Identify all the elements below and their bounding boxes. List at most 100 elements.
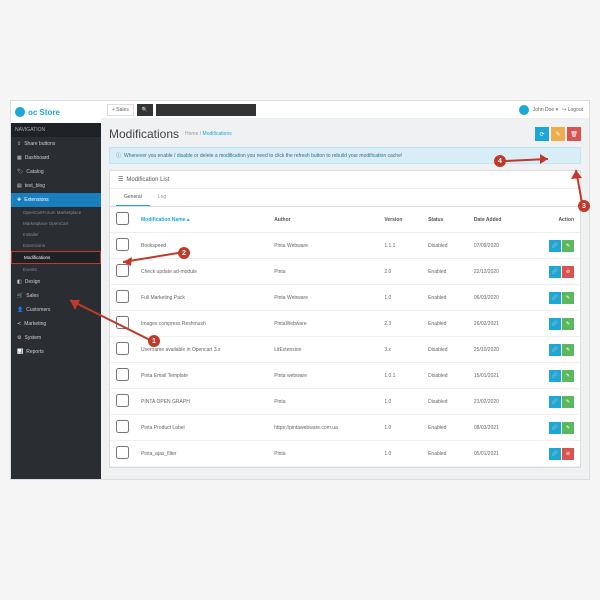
- col-date[interactable]: Date Added: [468, 207, 526, 233]
- link-button[interactable]: 🔗: [549, 422, 561, 434]
- dashboard-icon: ▦: [17, 155, 22, 161]
- nav-sub-marketplace[interactable]: OpenCartForum Marketplace: [11, 207, 101, 218]
- blog-icon: ▤: [17, 183, 22, 189]
- arrow-2: [118, 250, 183, 270]
- col-action: Action: [526, 207, 580, 233]
- link-button[interactable]: 🔗: [549, 396, 561, 408]
- cell-status: Enabled: [422, 415, 468, 441]
- logo-icon: [15, 107, 25, 117]
- link-button[interactable]: 🔗: [549, 370, 561, 382]
- toggle-button[interactable]: ✎: [562, 292, 574, 304]
- cell-status: Enabled: [422, 259, 468, 285]
- select-all-checkbox[interactable]: [116, 212, 129, 225]
- nav-label: Design: [25, 279, 41, 285]
- cell-version: 2.3: [378, 311, 422, 337]
- cell-date: 21/02/2020: [468, 389, 526, 415]
- marker-4: 4: [494, 155, 506, 167]
- tab-log[interactable]: Log: [150, 189, 174, 206]
- nav-design[interactable]: ◧Design: [11, 275, 101, 289]
- trash-icon: 🗑: [570, 131, 578, 138]
- search-button[interactable]: 🔍: [137, 104, 153, 116]
- cell-version: 3.x: [378, 337, 422, 363]
- cell-author: Pinta Webware: [268, 233, 378, 259]
- delete-button[interactable]: 🗑: [567, 127, 581, 141]
- cell-status: Enabled: [422, 285, 468, 311]
- link-button[interactable]: 🔗: [549, 344, 561, 356]
- nav-sub-events[interactable]: Events: [11, 264, 101, 275]
- user-icon: 👤: [17, 307, 23, 313]
- nav-sub-modifications[interactable]: Modifications: [11, 251, 101, 264]
- share-icon: ≺: [17, 321, 21, 327]
- avatar[interactable]: [519, 105, 529, 115]
- toggle-button[interactable]: ✎: [562, 370, 574, 382]
- col-status[interactable]: Status: [422, 207, 468, 233]
- col-author[interactable]: Author: [268, 207, 378, 233]
- cell-status: Enabled: [422, 311, 468, 337]
- nav-test-blog[interactable]: ▤test_blog: [11, 179, 101, 193]
- row-checkbox[interactable]: [116, 446, 129, 459]
- marker-1: 1: [148, 335, 160, 347]
- toggle-button[interactable]: ✎: [562, 422, 574, 434]
- refresh-icon: ⟳: [539, 131, 544, 138]
- clear-button[interactable]: ✎: [551, 127, 565, 141]
- gear-icon: ⚙: [17, 335, 21, 341]
- link-button[interactable]: 🔗: [549, 318, 561, 330]
- cell-date: 26/02/2021: [468, 311, 526, 337]
- nav-label: Customers: [26, 307, 50, 313]
- cell-name: PINTA OPEN GRAPH: [135, 389, 268, 415]
- toggle-button[interactable]: ✎: [562, 240, 574, 252]
- col-version[interactable]: Version: [378, 207, 422, 233]
- user-menu[interactable]: John Doe ▾: [533, 107, 558, 113]
- nav-extensions[interactable]: ✚Extensions: [11, 193, 101, 207]
- logo: oc Store: [11, 101, 101, 123]
- nav-share-buttons[interactable]: ⇪Share buttons: [11, 137, 101, 151]
- cell-name: Pinta_ajax_filter: [135, 441, 268, 467]
- toggle-button[interactable]: ⊘: [562, 266, 574, 278]
- nav-sub-installer[interactable]: Installer: [11, 229, 101, 240]
- row-checkbox[interactable]: [116, 368, 129, 381]
- breadcrumb-home[interactable]: Home: [185, 131, 198, 137]
- breadcrumb-current[interactable]: Modifications: [203, 131, 232, 137]
- arrow-4: [500, 152, 555, 167]
- panel: ☰Modification List General Log Modificat…: [109, 170, 581, 468]
- col-name[interactable]: Modification Name ▴: [135, 207, 268, 233]
- link-button[interactable]: 🔗: [549, 266, 561, 278]
- cell-status: Disabled: [422, 233, 468, 259]
- nav-catalog[interactable]: 🏷Catalog: [11, 165, 101, 179]
- cell-version: 1.0: [378, 285, 422, 311]
- tab-general[interactable]: General: [116, 189, 150, 206]
- toggle-button[interactable]: ✎: [562, 318, 574, 330]
- nav-label: Marketing: [24, 321, 46, 327]
- cell-version: 2.0: [378, 259, 422, 285]
- toggle-button[interactable]: ✎: [562, 396, 574, 408]
- cell-author: Pinta: [268, 389, 378, 415]
- nav-label: Sales: [26, 293, 39, 299]
- logout-button[interactable]: ↪ Logout: [562, 107, 583, 113]
- refresh-button[interactable]: ⟳: [535, 127, 549, 141]
- search-icon: 🔍: [142, 107, 148, 113]
- modifications-table: Modification Name ▴ Author Version Statu…: [110, 207, 580, 467]
- link-button[interactable]: 🔗: [549, 240, 561, 252]
- nav-label: Extensions: [24, 197, 48, 203]
- cell-version: 1.0: [378, 389, 422, 415]
- cell-date: 05/01/2021: [468, 441, 526, 467]
- page-title: Modifications: [109, 127, 179, 141]
- cell-date: 15/01/2021: [468, 363, 526, 389]
- nav-dashboard[interactable]: ▦Dashboard: [11, 151, 101, 165]
- toggle-button[interactable]: ✎: [562, 344, 574, 356]
- toggle-button[interactable]: ⊘: [562, 448, 574, 460]
- nav-sub-extensions[interactable]: Extensions: [11, 240, 101, 251]
- design-icon: ◧: [17, 279, 22, 285]
- link-button[interactable]: 🔗: [549, 448, 561, 460]
- table-row: Full Marketing Pack Pinta Webware 1.0 En…: [110, 285, 580, 311]
- cell-version: 1.0: [378, 441, 422, 467]
- nav-header: NAVIGATION: [11, 123, 101, 137]
- sales-button[interactable]: + Sales: [107, 104, 134, 116]
- search-input[interactable]: [156, 104, 256, 116]
- link-button[interactable]: 🔗: [549, 292, 561, 304]
- cell-author: PintaWebware: [268, 311, 378, 337]
- row-checkbox[interactable]: [116, 420, 129, 433]
- row-checkbox[interactable]: [116, 394, 129, 407]
- nav-label: Dashboard: [25, 155, 49, 161]
- nav-sub-marketplace2[interactable]: Marketplace OpenCart: [11, 218, 101, 229]
